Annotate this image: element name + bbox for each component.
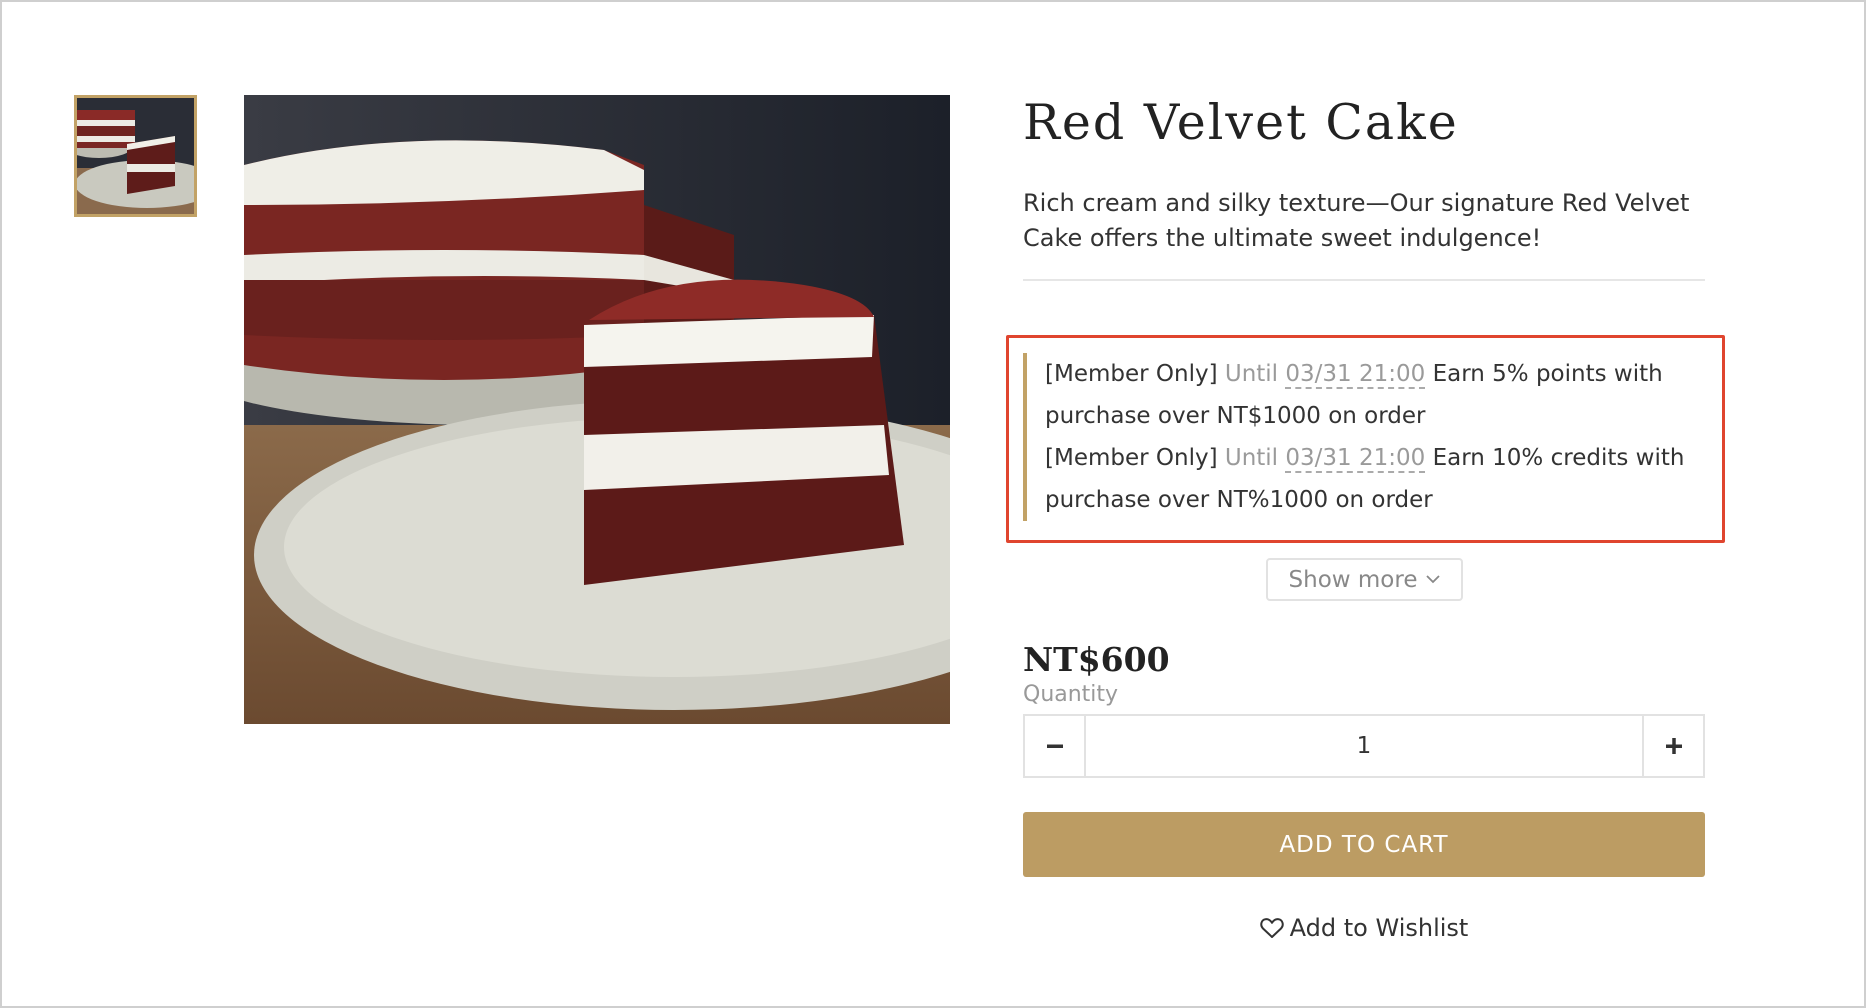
promotion-date[interactable]: 03/31 21:00 — [1285, 445, 1426, 473]
promotion-line: [Member Only] Until 03/31 21:00 Earn 5% … — [1045, 353, 1705, 395]
red-velvet-cake-photo — [244, 95, 950, 724]
plus-icon — [1665, 738, 1682, 754]
show-more-button[interactable]: Show more — [1266, 558, 1463, 601]
divider — [1023, 279, 1705, 281]
product-description: Rich cream and silky texture—Our signatu… — [1023, 189, 1690, 252]
wishlist-label: Add to Wishlist — [1289, 914, 1469, 942]
promotion-line: purchase over NT$1000 on order — [1045, 395, 1705, 437]
promotion-tag: [Member Only] — [1045, 361, 1218, 387]
promotion-until-label: Until — [1224, 445, 1279, 471]
show-more-label: Show more — [1288, 566, 1418, 593]
add-to-cart-button[interactable]: ADD TO CART — [1023, 812, 1705, 877]
increase-quantity-button[interactable] — [1642, 716, 1703, 776]
promotion-text: purchase over NT$1000 on order — [1045, 403, 1426, 429]
promotion-line: [Member Only] Until 03/31 21:00 Earn 10%… — [1045, 437, 1705, 479]
add-to-wishlist-link[interactable]: Add to Wishlist — [1023, 910, 1705, 946]
promotion-line: purchase over NT%1000 on order — [1045, 479, 1705, 521]
quantity-input[interactable] — [1086, 716, 1642, 776]
minus-icon — [1046, 744, 1063, 748]
promotions-list: [Member Only] Until 03/31 21:00 Earn 5% … — [1023, 353, 1705, 521]
promotion-tag: [Member Only] — [1045, 445, 1218, 471]
product-price: NT$600 — [1023, 640, 1170, 679]
promotion-date[interactable]: 03/31 21:00 — [1285, 361, 1426, 389]
thumbnail-cake-image — [77, 98, 194, 214]
promotion-text: purchase over NT%1000 on order — [1045, 487, 1433, 513]
promotion-until-label: Until — [1224, 361, 1279, 387]
promotion-text: Earn 5% points with — [1432, 361, 1663, 387]
promotion-text: Earn 10% credits with — [1432, 445, 1685, 471]
product-page: Red Velvet Cake Rich cream and silky tex… — [0, 0, 1866, 1008]
decrease-quantity-button[interactable] — [1025, 716, 1086, 776]
product-thumbnail[interactable] — [74, 95, 197, 217]
chevron-down-icon — [1426, 575, 1441, 584]
quantity-stepper — [1023, 714, 1705, 778]
product-title: Red Velvet Cake — [1023, 94, 1459, 151]
heart-icon — [1259, 918, 1284, 938]
quantity-label: Quantity — [1023, 682, 1119, 707]
product-main-image — [244, 95, 950, 724]
